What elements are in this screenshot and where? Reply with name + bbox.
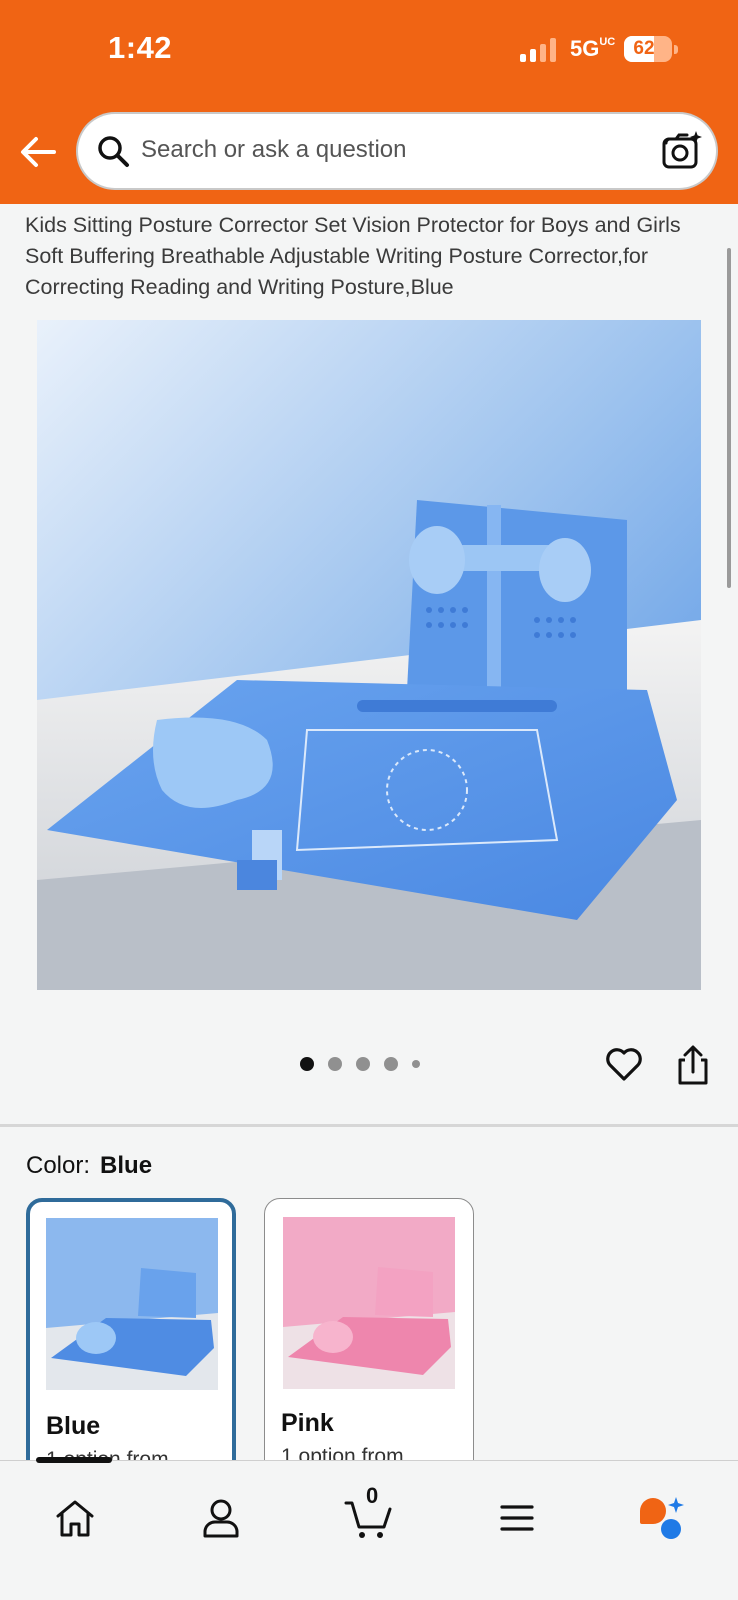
pager-dot[interactable] — [384, 1057, 398, 1071]
back-arrow-icon[interactable] — [18, 130, 58, 174]
color-option-pink[interactable]: Pink 1 option from — [264, 1198, 474, 1498]
bottom-nav: 0 — [0, 1457, 738, 1600]
swatch-image — [46, 1218, 218, 1390]
battery-nub — [674, 45, 678, 54]
search-icon — [98, 136, 129, 167]
product-title: Kids Sitting Posture Corrector Set Visio… — [25, 213, 681, 299]
image-pager[interactable] — [300, 1056, 434, 1072]
nav-active-indicator — [36, 1457, 112, 1463]
cart-count: 0 — [366, 1483, 379, 1508]
heart-icon[interactable] — [604, 1044, 644, 1084]
search-input[interactable]: Search or ask a question — [141, 136, 407, 164]
status-time: 1:42 — [108, 30, 173, 65]
pager-dot[interactable] — [412, 1060, 420, 1068]
pager-dot[interactable] — [300, 1057, 314, 1071]
search-bar[interactable]: Search or ask a question — [78, 114, 716, 188]
color-option-blue[interactable]: Blue 1 option from — [26, 1198, 236, 1498]
pager-dot[interactable] — [328, 1057, 342, 1071]
header-bar: 1:42 5GUC 62 Search or ask a question — [0, 0, 738, 204]
swatch-name: Blue — [46, 1412, 101, 1440]
battery-level: 62 — [633, 38, 655, 59]
rufus-icon[interactable] — [636, 1495, 686, 1541]
menu-icon[interactable] — [494, 1495, 540, 1541]
scrollbar[interactable] — [727, 248, 731, 588]
swatch-image — [283, 1217, 455, 1389]
pager-dot[interactable] — [356, 1057, 370, 1071]
account-icon[interactable] — [198, 1495, 244, 1541]
product-image[interactable] — [37, 320, 701, 990]
selected-color: Blue — [100, 1152, 153, 1179]
camera-lens-icon[interactable] — [660, 129, 704, 173]
swatch-name: Pink — [281, 1409, 334, 1437]
signal-icon — [520, 38, 556, 62]
product-page: 1:42 5GUC 62 Search or ask a question Ki… — [0, 0, 738, 1600]
network-label: 5GUC — [570, 36, 616, 61]
home-icon[interactable] — [52, 1495, 98, 1541]
color-label: Color: Blue — [26, 1152, 153, 1179]
share-icon[interactable] — [672, 1044, 714, 1086]
section-divider — [0, 1124, 738, 1127]
battery-icon: 62 — [624, 36, 678, 62]
